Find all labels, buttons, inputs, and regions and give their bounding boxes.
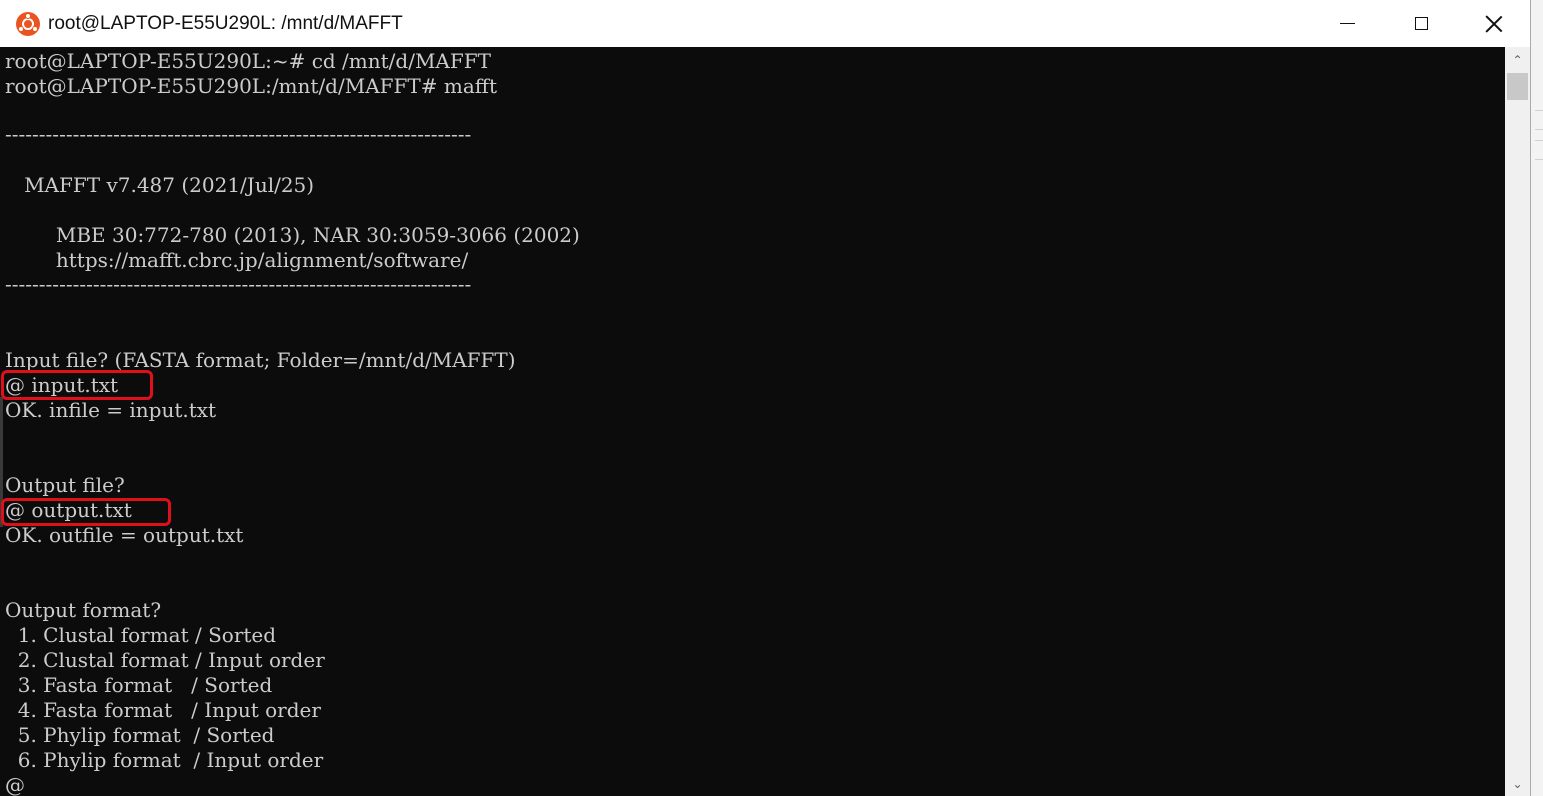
terminal-line: OK. outfile = output.txt bbox=[5, 523, 244, 547]
cursor-prompt-line: @ bbox=[5, 773, 25, 796]
separator-line: ----------------------------------------… bbox=[5, 272, 472, 296]
maximize-button[interactable] bbox=[1384, 0, 1458, 47]
format-prompt-line: Output format? bbox=[5, 598, 162, 622]
version-line: MAFFT v7.487 (2021/Jul/25) bbox=[5, 173, 315, 197]
url-line: https://mafft.cbrc.jp/alignment/software… bbox=[5, 248, 469, 272]
format-option: 4. Fasta format / Input order bbox=[5, 698, 321, 722]
terminal-line: OK. infile = input.txt bbox=[5, 398, 217, 422]
ubuntu-logo-icon[interactable] bbox=[16, 11, 40, 36]
maximize-icon bbox=[1414, 17, 1428, 30]
minimize-button[interactable] bbox=[1310, 0, 1384, 47]
format-option: 2. Clustal format / Input order bbox=[5, 648, 325, 672]
close-button[interactable] bbox=[1457, 0, 1531, 47]
background-window-edge bbox=[1531, 0, 1543, 796]
input-file-highlight bbox=[1, 370, 153, 400]
terminal-output[interactable]: root@LAPTOP-E55U290L:~# cd /mnt/d/MAFFT … bbox=[0, 47, 1505, 796]
scroll-thumb[interactable] bbox=[1507, 73, 1528, 100]
terminal-window: root@LAPTOP-E55U290L: /mnt/d/MAFFT root@… bbox=[0, 0, 1531, 796]
citation-line: MBE 30:772-780 (2013), NAR 30:3059-3066 … bbox=[5, 223, 580, 247]
window-title: root@LAPTOP-E55U290L: /mnt/d/MAFFT bbox=[48, 12, 403, 34]
minimize-icon bbox=[1339, 23, 1355, 24]
output-prompt-line: Output file? bbox=[5, 473, 125, 497]
output-file-highlight bbox=[1, 498, 171, 526]
format-option: 1. Clustal format / Sorted bbox=[5, 623, 277, 647]
format-option: 6. Phylip format / Input order bbox=[5, 748, 324, 772]
terminal-line: root@LAPTOP-E55U290L:~# cd /mnt/d/MAFFT bbox=[5, 49, 491, 73]
close-icon bbox=[1485, 15, 1503, 33]
scroll-down-arrow-icon[interactable]: ⌄ bbox=[1505, 771, 1530, 796]
terminal-line: root@LAPTOP-E55U290L:/mnt/d/MAFFT# mafft bbox=[5, 74, 497, 98]
vertical-scrollbar[interactable]: ⌃ ⌄ bbox=[1505, 47, 1530, 796]
separator-line: ----------------------------------------… bbox=[5, 122, 472, 146]
format-option: 5. Phylip format / Sorted bbox=[5, 723, 275, 747]
scroll-up-arrow-icon[interactable]: ⌃ bbox=[1505, 47, 1530, 72]
format-option: 3. Fasta format / Sorted bbox=[5, 673, 273, 697]
title-bar[interactable]: root@LAPTOP-E55U290L: /mnt/d/MAFFT bbox=[0, 0, 1530, 47]
